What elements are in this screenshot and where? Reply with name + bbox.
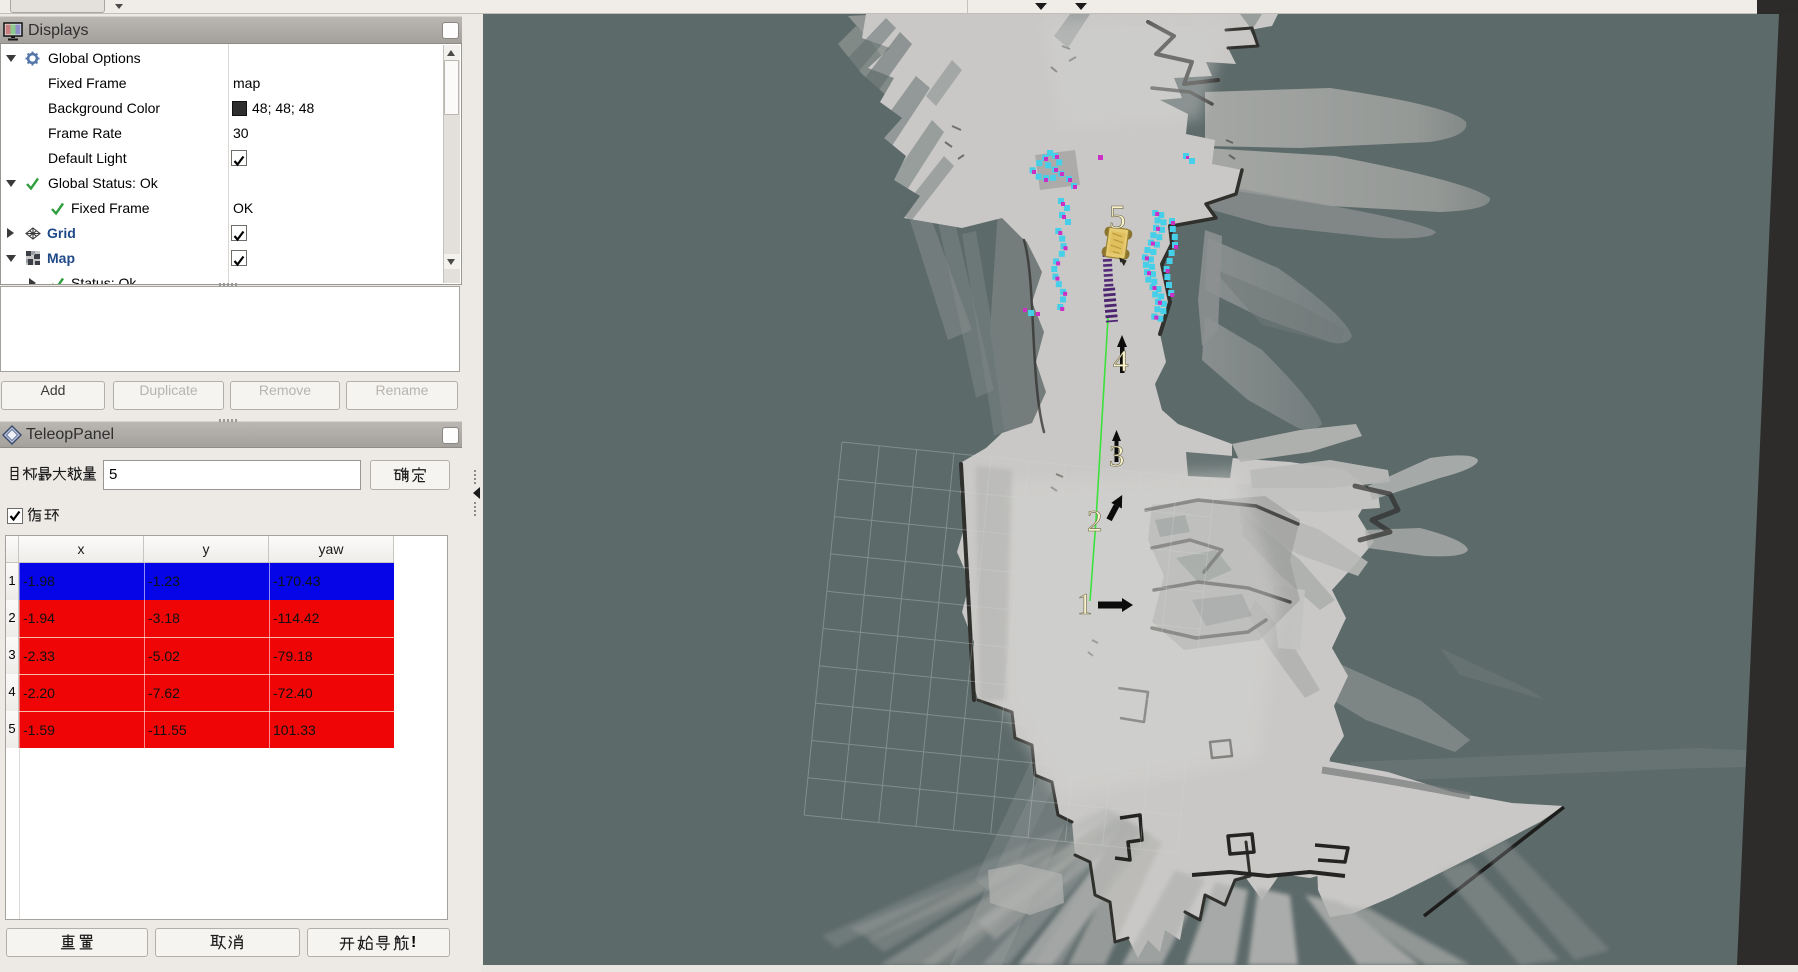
svg-text:2: 2 — [1087, 503, 1103, 538]
svg-text:5: 5 — [1109, 199, 1126, 236]
svg-text:4: 4 — [1113, 343, 1129, 378]
svg-text:1: 1 — [1077, 586, 1093, 621]
svg-text:3: 3 — [1109, 438, 1125, 473]
